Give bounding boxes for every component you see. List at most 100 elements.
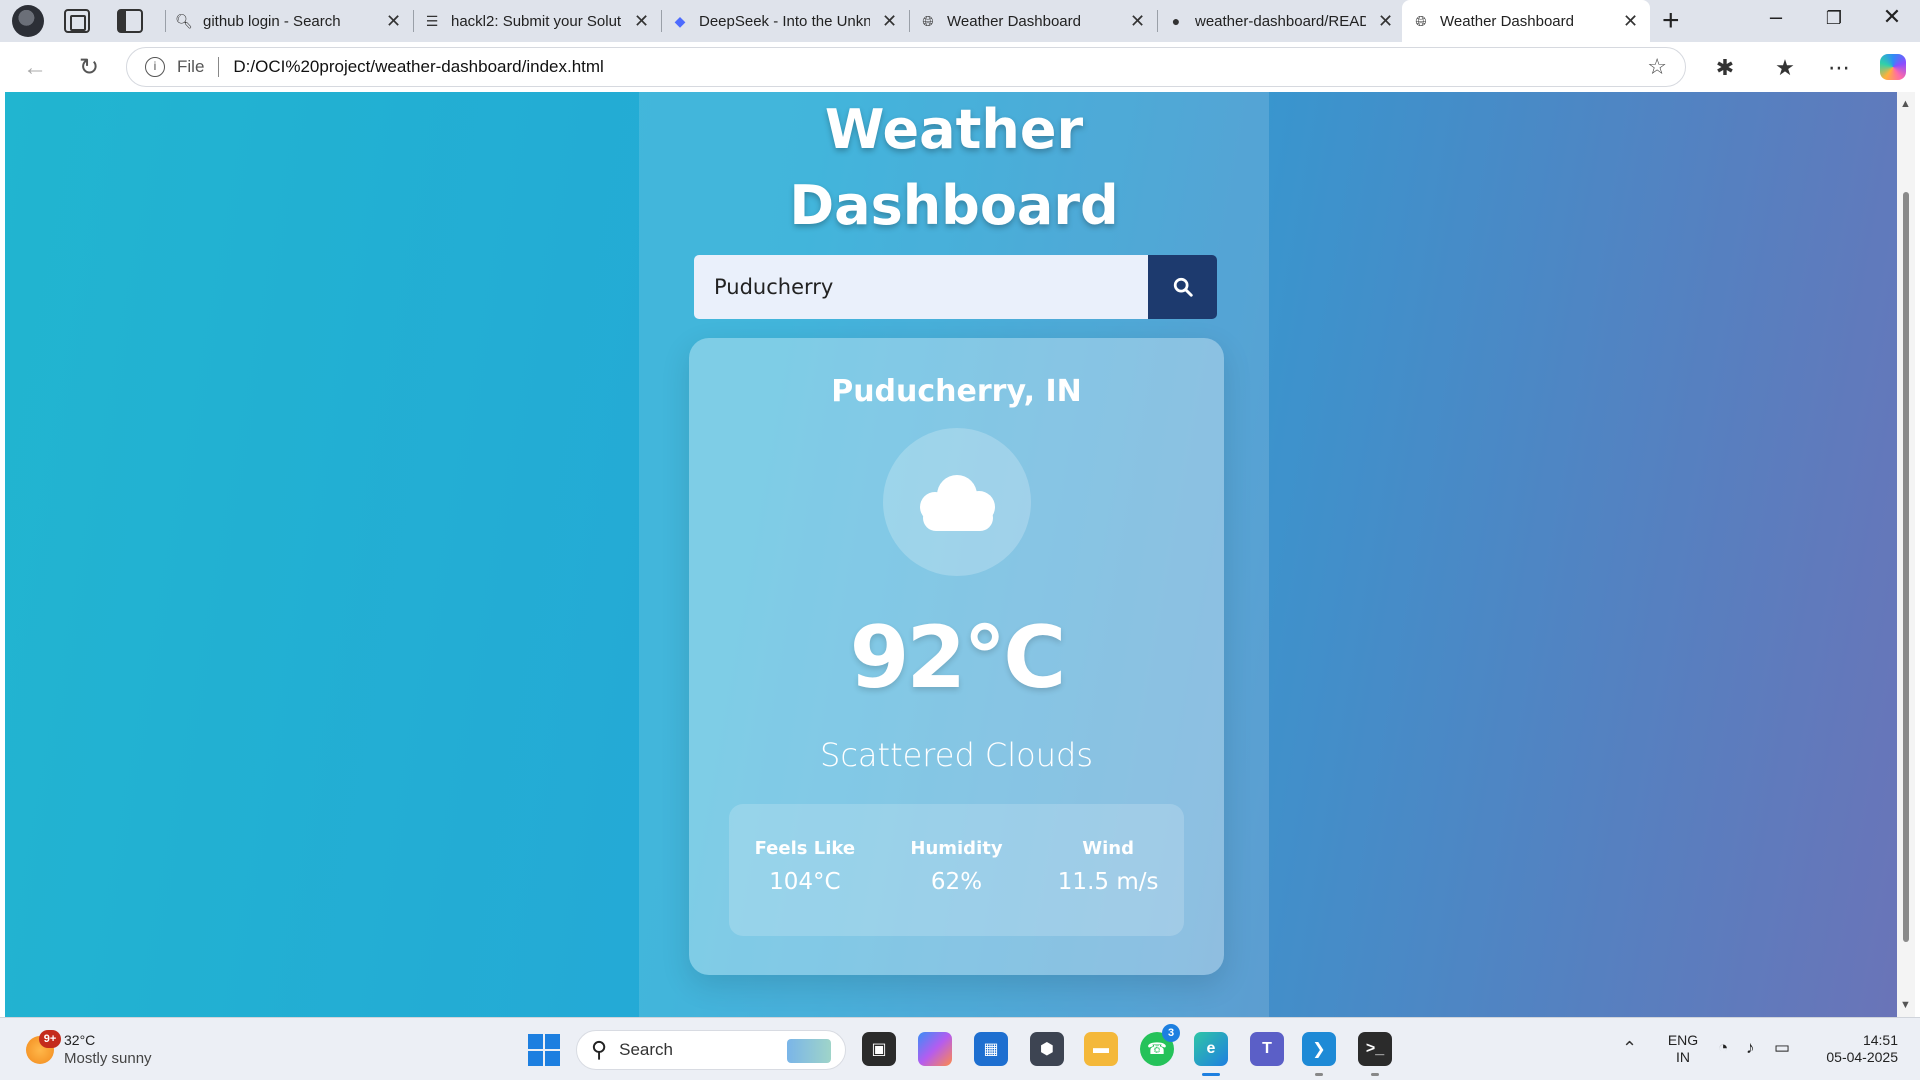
vscode-icon[interactable]: ❯	[1302, 1032, 1336, 1076]
taskbar-weather-widget[interactable]: 9+ 32°C Mostly sunny	[24, 1030, 164, 1070]
detail-label: Feels Like	[754, 838, 856, 859]
lang-line2: IN	[1676, 1049, 1690, 1065]
scroll-up-arrow-icon[interactable]: ▲	[1900, 98, 1911, 110]
tab-github-login-search[interactable]: 🔍︎ github login - Search ✕	[165, 0, 413, 42]
close-icon[interactable]: ✕	[1621, 11, 1640, 32]
temperature: 92°C	[849, 608, 1067, 708]
extensions-icon[interactable]: ✱	[1710, 55, 1740, 81]
tab-hackl2-submit[interactable]: ☰ hackl2: Submit your Solut ✕	[413, 0, 661, 42]
refresh-button[interactable]: ↻	[74, 53, 104, 83]
file-explorer-icon[interactable]: ▬	[1084, 1032, 1118, 1066]
whatsapp-badge: 3	[1162, 1024, 1180, 1042]
tab-title: Weather Dashboard	[1440, 12, 1574, 30]
detail-wind: Wind 11.5 m/s	[1043, 838, 1173, 936]
terminal-icon[interactable]: >_	[1358, 1032, 1392, 1076]
detail-label: Humidity	[910, 838, 1003, 859]
search-form	[694, 255, 1217, 319]
show-hidden-icons-icon[interactable]: ⌃	[1622, 1038, 1637, 1059]
search-button[interactable]	[1148, 255, 1217, 319]
widget-condition: Mostly sunny	[64, 1050, 152, 1067]
taskbar-search[interactable]: ⚲ Search	[576, 1030, 846, 1070]
city-name: Puducherry, IN	[831, 374, 1082, 409]
search-icon: 🔍︎	[175, 12, 193, 29]
page-title-line1: Weather	[824, 98, 1084, 161]
lang-line1: ENG	[1667, 1032, 1699, 1048]
search-icon	[1173, 277, 1193, 297]
scroll-thumb[interactable]	[1903, 192, 1909, 942]
profile-avatar[interactable]	[12, 5, 44, 37]
windows-taskbar: 9+ 32°C Mostly sunny ⚲ Search ▣ ▦ ⬢ ▬ ☎ …	[0, 1017, 1920, 1080]
address-bar[interactable]: i File D:/OCI%20project/weather-dashboar…	[126, 47, 1686, 87]
edge-browser-icon[interactable]: e	[1194, 1032, 1228, 1076]
city-search-input[interactable]	[694, 255, 1148, 319]
favorite-star-icon[interactable]: ☆	[1647, 54, 1667, 80]
windows-logo-tile	[528, 1051, 543, 1066]
more-options-icon[interactable]: ⋯	[1824, 55, 1854, 81]
whatsapp-icon[interactable]: ☎ 3	[1140, 1024, 1180, 1066]
tab-separator	[1157, 10, 1158, 32]
tab-separator	[413, 10, 414, 32]
weather-description: Scattered Clouds	[820, 736, 1093, 774]
detail-humidity: Humidity 62%	[891, 838, 1021, 936]
new-tab-button[interactable]: +	[1662, 4, 1680, 38]
close-icon[interactable]: ✕	[880, 11, 899, 32]
widget-temperature: 32°C	[64, 1032, 96, 1048]
search-highlight-icon	[787, 1039, 831, 1063]
page-viewport: Weather Dashboard Puducherry, IN	[5, 92, 1897, 1017]
page-title-line2: Dashboard	[789, 174, 1119, 237]
tab-github-readme[interactable]: ● weather-dashboard/READ ✕	[1157, 0, 1405, 42]
tab-title: github login - Search	[203, 12, 341, 30]
tab-weather-dashboard-1[interactable]: 🌐︎ Weather Dashboard ✕	[909, 0, 1157, 42]
globe-icon: 🌐︎	[922, 12, 934, 29]
url-text[interactable]: D:/OCI%20project/weather-dashboard/index…	[233, 57, 603, 77]
weather-icon-circle	[883, 428, 1031, 576]
detail-label: Wind	[1082, 838, 1134, 859]
tab-weather-dashboard-active[interactable]: 🌐︎ Weather Dashboard ✕	[1402, 0, 1650, 42]
scroll-down-arrow-icon[interactable]: ▼	[1900, 999, 1911, 1011]
minimize-button[interactable]: –	[1756, 4, 1796, 30]
vertical-tabs-icon[interactable]	[117, 9, 143, 33]
detail-value: 11.5 m/s	[1057, 869, 1159, 895]
close-window-button[interactable]: ✕	[1872, 4, 1912, 30]
start-button[interactable]	[528, 1034, 560, 1066]
page-scrollbar[interactable]: ▲ ▼	[1897, 92, 1915, 1017]
page-title: Weather Dashboard	[639, 92, 1269, 244]
scheme-label: File	[177, 57, 205, 76]
notification-badge: 9+	[39, 1030, 61, 1048]
volume-icon[interactable]: ♪	[1746, 1038, 1755, 1058]
workspaces-icon[interactable]	[64, 9, 90, 33]
tab-separator	[661, 10, 662, 32]
detail-value: 104°C	[769, 869, 841, 895]
clock-date: 05-04-2025	[1826, 1049, 1898, 1065]
copilot-icon[interactable]	[1880, 54, 1906, 80]
browser-toolbar: ← ↻ i File D:/OCI%20project/weather-dash…	[0, 42, 1920, 92]
cloud-icon	[920, 475, 995, 531]
copilot-app-icon[interactable]	[918, 1032, 952, 1066]
clock-time: 14:51	[1862, 1032, 1898, 1048]
close-icon[interactable]: ✕	[1376, 11, 1395, 32]
teams-icon[interactable]: T	[1250, 1032, 1284, 1066]
tab-deepseek[interactable]: ◆ DeepSeek - Into the Unkn ✕	[661, 0, 909, 42]
favorites-icon[interactable]: ★	[1770, 55, 1800, 81]
windows-logo-tile	[545, 1034, 560, 1049]
wifi-icon[interactable]: ◔	[1718, 1038, 1728, 1058]
system-clock[interactable]: 14:51 05-04-2025	[1812, 1032, 1898, 1066]
input-language[interactable]: ENG IN	[1666, 1032, 1700, 1066]
document-icon: ☰	[425, 12, 439, 29]
close-icon[interactable]: ✕	[384, 11, 403, 32]
tab-title: weather-dashboard/READ	[1195, 12, 1366, 30]
detail-value: 62%	[930, 869, 983, 895]
restore-button[interactable]: ❐	[1814, 8, 1854, 29]
info-icon[interactable]: i	[145, 57, 165, 77]
task-view-icon[interactable]: ▣	[862, 1032, 896, 1066]
shield-app-icon[interactable]: ⬢	[1030, 1032, 1064, 1066]
tab-separator	[909, 10, 910, 32]
battery-icon[interactable]: ▭	[1774, 1038, 1790, 1058]
microsoft-store-icon[interactable]: ▦	[974, 1032, 1008, 1066]
github-icon: ●	[1171, 13, 1181, 29]
back-button[interactable]: ←	[20, 53, 50, 83]
taskbar-search-label: Search	[619, 1040, 673, 1059]
close-icon[interactable]: ✕	[632, 11, 651, 32]
close-icon[interactable]: ✕	[1128, 11, 1147, 32]
detail-feels-like: Feels Like 104°C	[740, 838, 870, 936]
